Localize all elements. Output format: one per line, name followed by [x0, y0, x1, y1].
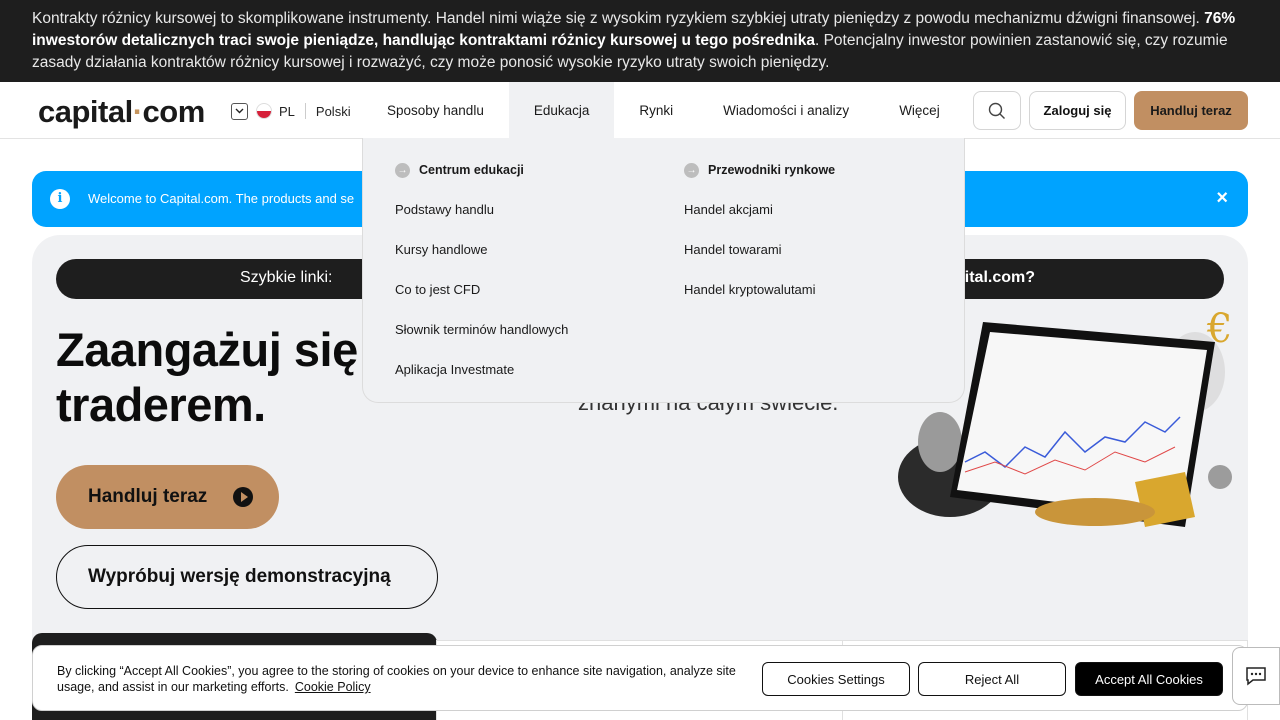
quick-links-label: Szybkie linki:: [240, 269, 333, 286]
link-investmate-app[interactable]: Aplikacja Investmate: [395, 362, 568, 378]
logo-text-right: com: [142, 94, 206, 129]
cookie-text-block: By clicking “Accept All Cookies”, you ag…: [57, 663, 747, 695]
chevron-down-icon: [231, 102, 248, 120]
language-selector[interactable]: PL Polski: [231, 101, 351, 121]
reject-all-button[interactable]: Reject All: [918, 662, 1066, 696]
market-guides-heading[interactable]: → Przewodniki rynkowe: [684, 162, 835, 178]
dropdown-col-education-center: → Centrum edukacji Podstawy handlu Kursy…: [395, 162, 568, 378]
svg-text:€: €: [1206, 312, 1232, 352]
cookies-settings-button[interactable]: Cookies Settings: [762, 662, 910, 696]
close-icon[interactable]: ×: [1216, 187, 1228, 209]
capital-logo[interactable]: capital·com: [38, 94, 205, 130]
nav-more[interactable]: Więcej: [874, 82, 965, 138]
nav-trading-methods[interactable]: Sposoby handlu: [362, 82, 509, 138]
education-dropdown: → Centrum edukacji Podstawy handlu Kursy…: [362, 138, 965, 403]
accept-all-cookies-button[interactable]: Accept All Cookies: [1075, 662, 1223, 696]
nav-education[interactable]: Edukacja: [508, 82, 615, 138]
link-trading-courses[interactable]: Kursy handlowe: [395, 242, 568, 258]
welcome-text: Welcome to Capital.com. The products and…: [88, 191, 355, 206]
header-trade-now-button[interactable]: Handluj teraz: [1134, 91, 1248, 130]
education-center-title: Centrum edukacji: [419, 163, 524, 177]
arrow-right-icon: →: [395, 162, 410, 178]
main-nav: Sposoby handlu Edukacja Rynki Wiadomości…: [362, 82, 965, 138]
education-center-heading[interactable]: → Centrum edukacji: [395, 162, 568, 178]
headline-line-1: Zaangażuj się: [56, 323, 358, 376]
hero-headline: Zaangażuj się traderem.: [56, 322, 358, 432]
search-button[interactable]: [973, 91, 1021, 130]
headline-line-2: traderem.: [56, 378, 266, 431]
poland-flag-icon: [256, 103, 272, 119]
link-trading-basics[interactable]: Podstawy handlu: [395, 202, 568, 218]
logo-text-left: capital: [38, 94, 133, 129]
language-divider: [304, 103, 306, 119]
logo-dot: ·: [132, 94, 143, 129]
link-stock-trading[interactable]: Handel akcjami: [684, 202, 835, 218]
market-guides-title: Przewodniki rynkowe: [708, 163, 836, 177]
risk-warning-banner: Kontrakty różnicy kursowej to skomplikow…: [0, 0, 1280, 82]
link-commodities-trading[interactable]: Handel towarami: [684, 242, 835, 258]
info-icon: i: [50, 189, 70, 209]
nav-markets[interactable]: Rynki: [614, 82, 698, 138]
chat-icon: [1246, 667, 1266, 686]
link-what-is-cfd[interactable]: Co to jest CFD: [395, 282, 568, 298]
chat-button[interactable]: [1232, 647, 1280, 705]
cookie-text: By clicking “Accept All Cookies”, you ag…: [57, 664, 736, 694]
try-demo-button[interactable]: Wypróbuj wersję demonstracyjną: [56, 545, 438, 609]
nav-news-analysis[interactable]: Wiadomości i analizy: [698, 82, 874, 138]
hero-trade-label: Handluj teraz: [88, 486, 208, 507]
play-icon: [233, 487, 253, 507]
search-icon: [988, 102, 1005, 119]
risk-text-before: Kontrakty różnicy kursowej to skomplikow…: [32, 10, 1205, 27]
login-button[interactable]: Zaloguj się: [1029, 91, 1126, 130]
language-code: PL: [279, 103, 295, 119]
language-name: Polski: [315, 103, 351, 119]
arrow-right-icon: →: [684, 162, 699, 178]
site-header: capital·com PL Polski Sposoby handlu Edu…: [0, 82, 1280, 139]
try-demo-label: Wypróbuj wersję demonstracyjną: [88, 566, 391, 587]
quick-link-why-capital[interactable]: pital.com?: [955, 269, 1035, 287]
link-glossary[interactable]: Słownik terminów handlowych: [395, 322, 568, 338]
cookie-policy-link[interactable]: Cookie Policy: [295, 680, 371, 694]
cookie-consent-bar: By clicking “Accept All Cookies”, you ag…: [32, 645, 1248, 711]
hero-trade-now-button[interactable]: Handluj teraz: [56, 465, 279, 529]
dropdown-col-market-guides: → Przewodniki rynkowe Handel akcjami Han…: [684, 162, 835, 298]
link-crypto-trading[interactable]: Handel kryptowalutami: [684, 282, 835, 298]
